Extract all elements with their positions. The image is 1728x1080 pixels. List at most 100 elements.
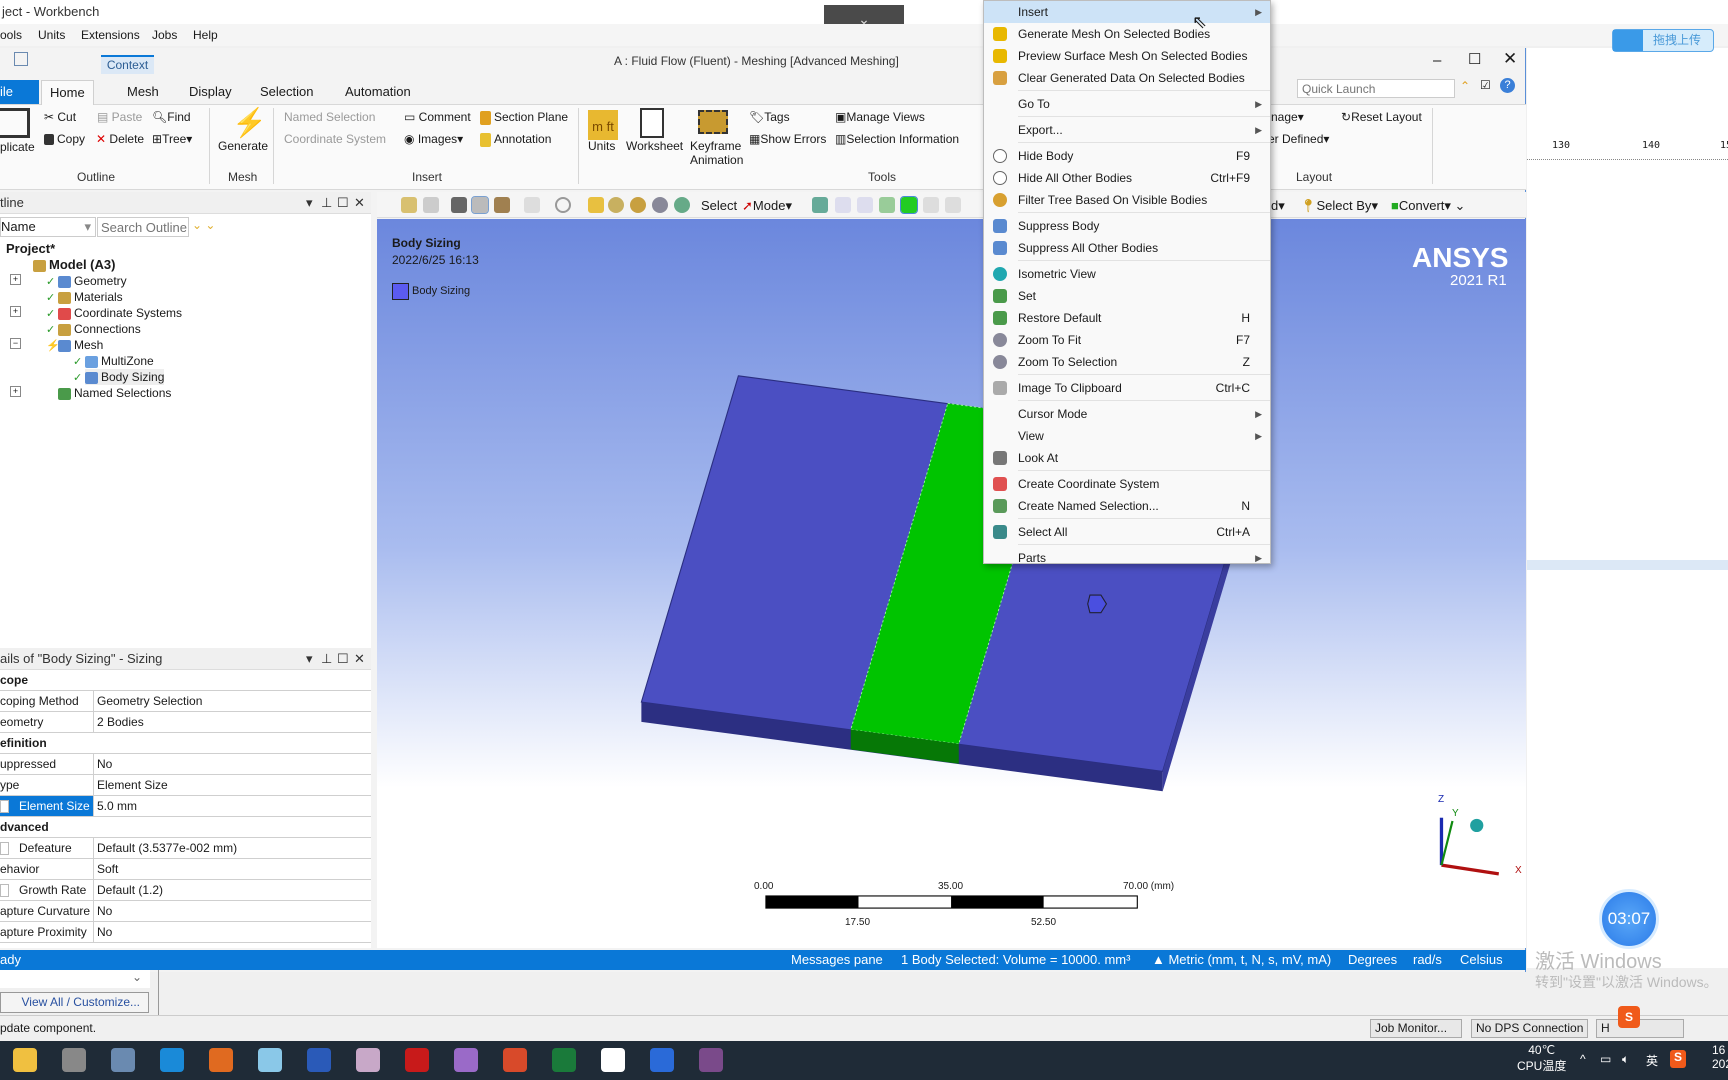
- convert-dropdown[interactable]: ■Convert▾ ⌄: [1391, 198, 1465, 214]
- menu-item-create-named-selection[interactable]: Create Named Selection... N: [984, 495, 1270, 517]
- duplicate-button[interactable]: plicate: [0, 140, 35, 154]
- tab-ile[interactable]: ile: [0, 80, 39, 104]
- details-value[interactable]: Geometry Selection: [97, 691, 202, 711]
- annotation-button[interactable]: Annotation: [480, 132, 551, 147]
- details-value[interactable]: 2 Bodies: [97, 712, 144, 732]
- expand-toggle[interactable]: +: [10, 306, 21, 317]
- menu-item-suppress-body[interactable]: Suppress Body: [984, 215, 1270, 237]
- tree-item[interactable]: Mesh: [58, 337, 103, 353]
- close-button[interactable]: ✕: [1503, 49, 1517, 69]
- checkbox[interactable]: [0, 800, 9, 814]
- manage-views-button[interactable]: ▣Manage Views: [835, 110, 925, 124]
- details-value[interactable]: No: [97, 901, 112, 921]
- details-row[interactable]: ehavior Soft: [0, 859, 371, 880]
- chevron-up-icon[interactable]: ⌃: [1460, 79, 1470, 93]
- zoom-box-icon[interactable]: [630, 197, 646, 213]
- excel-icon[interactable]: [552, 1048, 576, 1072]
- menu-item-isometric-view[interactable]: Isometric View: [984, 263, 1270, 285]
- quick-launch-input[interactable]: [1297, 79, 1455, 98]
- tree-item[interactable]: Geometry: [58, 273, 127, 289]
- zoom-in-icon[interactable]: [401, 197, 417, 213]
- workbench-icon[interactable]: [62, 1048, 86, 1072]
- menu-units[interactable]: Units: [38, 28, 65, 42]
- section-plane-button[interactable]: Section Plane: [480, 110, 568, 125]
- details-row[interactable]: apture Proximity No: [0, 922, 371, 943]
- zoom-to-fit-icon[interactable]: [652, 197, 668, 213]
- expand-toggle[interactable]: −: [10, 338, 21, 349]
- dropdown-icon[interactable]: ▾: [306, 192, 313, 214]
- menu-item-view[interactable]: View ▶: [984, 425, 1270, 447]
- pin-icon[interactable]: ⊥: [321, 192, 332, 214]
- extend-icon[interactable]: [923, 197, 939, 213]
- expand-toggle[interactable]: +: [10, 274, 21, 285]
- menu-extensions[interactable]: Extensions: [81, 28, 140, 42]
- save-icon[interactable]: [14, 52, 28, 66]
- fluent-icon[interactable]: [650, 1048, 674, 1072]
- maximize-button[interactable]: ☐: [1468, 50, 1481, 68]
- meshing-icon[interactable]: [699, 1048, 723, 1072]
- menu-item-cursor-mode[interactable]: Cursor Mode ▶: [984, 403, 1270, 425]
- tab-automation[interactable]: Automation: [337, 80, 419, 104]
- app-icon[interactable]: [111, 1048, 135, 1072]
- menu-item-image-to-clipboard[interactable]: Image To Clipboard Ctrl+C: [984, 377, 1270, 399]
- menu-item-parts[interactable]: Parts ▶: [984, 547, 1270, 569]
- named-selection-button[interactable]: Named Selection: [284, 110, 375, 124]
- menu-item-generate-mesh-on-selected-bodies[interactable]: Generate Mesh On Selected Bodies: [984, 23, 1270, 45]
- tab-mesh[interactable]: Mesh: [119, 80, 167, 104]
- comment-button[interactable]: ▭ Comment: [404, 110, 471, 124]
- matlab-icon[interactable]: [209, 1048, 233, 1072]
- menu-help[interactable]: Help: [193, 28, 218, 42]
- tree-item[interactable]: MultiZone: [85, 353, 154, 369]
- menu-item-suppress-all-other-bodies[interactable]: Suppress All Other Bodies: [984, 237, 1270, 259]
- details-value[interactable]: Default (1.2): [97, 880, 163, 900]
- menu-item-filter-tree-based-on-visible-bodies[interactable]: Filter Tree Based On Visible Bodies: [984, 189, 1270, 211]
- tree-item[interactable]: Materials: [58, 289, 123, 305]
- menu-item-clear-generated-data-on-selected-bodies[interactable]: Clear Generated Data On Selected Bodies: [984, 67, 1270, 89]
- rotate-icon[interactable]: [555, 197, 571, 213]
- menu-item-create-coordinate-system[interactable]: Create Coordinate System: [984, 473, 1270, 495]
- pan-icon[interactable]: [588, 197, 604, 213]
- expand-toggle[interactable]: +: [10, 386, 21, 397]
- help-icon[interactable]: ?: [1500, 78, 1515, 93]
- context-tab[interactable]: Context: [101, 55, 154, 74]
- menu-item-restore-default[interactable]: Restore Default H: [984, 307, 1270, 329]
- timer-badge[interactable]: 03:07: [1599, 889, 1659, 949]
- tree-item[interactable]: Coordinate Systems: [58, 305, 182, 321]
- tray-chevron-icon[interactable]: ^: [1580, 1052, 1586, 1066]
- wireframe-icon[interactable]: [471, 196, 489, 214]
- paste-button[interactable]: ▤ Paste: [97, 110, 142, 124]
- menu-item-hide-all-other-bodies[interactable]: Hide All Other Bodies Ctrl+F9: [984, 167, 1270, 189]
- close-icon[interactable]: ✕: [354, 648, 365, 670]
- edge-icon[interactable]: [160, 1048, 184, 1072]
- details-row[interactable]: ype Element Size: [0, 775, 371, 796]
- find-button[interactable]: 🔍︎Find: [152, 110, 191, 124]
- images-button[interactable]: ◉ Images▾: [404, 132, 463, 146]
- magnifier-icon[interactable]: [674, 197, 690, 213]
- worksheet-button[interactable]: Worksheet: [626, 139, 683, 153]
- menu-item-set[interactable]: Set: [984, 285, 1270, 307]
- word-icon[interactable]: [307, 1048, 331, 1072]
- sogou-tray-icon[interactable]: S: [1670, 1050, 1686, 1068]
- pin-icon[interactable]: ⊥: [321, 648, 332, 670]
- search-outline-input[interactable]: [97, 217, 189, 237]
- tab-home[interactable]: Home: [41, 80, 94, 105]
- network-icon[interactable]: ▭: [1600, 1052, 1611, 1066]
- menu-jobs[interactable]: Jobs: [152, 28, 177, 42]
- progress-button[interactable]: H: [1596, 1019, 1684, 1038]
- selection-information-button[interactable]: ▥Selection Information: [835, 132, 959, 146]
- maximize-icon[interactable]: ☐: [337, 648, 349, 670]
- image-button[interactable]: nage▾: [1271, 110, 1304, 124]
- sogou-ime-icon[interactable]: S: [1618, 1006, 1640, 1028]
- menu-item-hide-body[interactable]: Hide Body F9: [984, 145, 1270, 167]
- messages-pane-button[interactable]: Messages pane: [791, 950, 883, 970]
- tree-item[interactable]: Project*: [6, 241, 55, 257]
- select-button[interactable]: Select: [701, 198, 737, 213]
- job-monitor-button[interactable]: Job Monitor...: [1370, 1019, 1462, 1038]
- notes-icon[interactable]: ☑: [1480, 78, 1491, 92]
- coordinate-system-button[interactable]: Coordinate System: [284, 132, 386, 146]
- upload-button[interactable]: 拖拽上传: [1612, 29, 1714, 52]
- dps-connection-button[interactable]: No DPS Connection: [1471, 1019, 1588, 1038]
- angle-unit-button[interactable]: Degrees: [1348, 950, 1397, 970]
- tags-button[interactable]: 🏷︎Tags: [749, 110, 790, 124]
- maximize-icon[interactable]: ☐: [337, 192, 349, 214]
